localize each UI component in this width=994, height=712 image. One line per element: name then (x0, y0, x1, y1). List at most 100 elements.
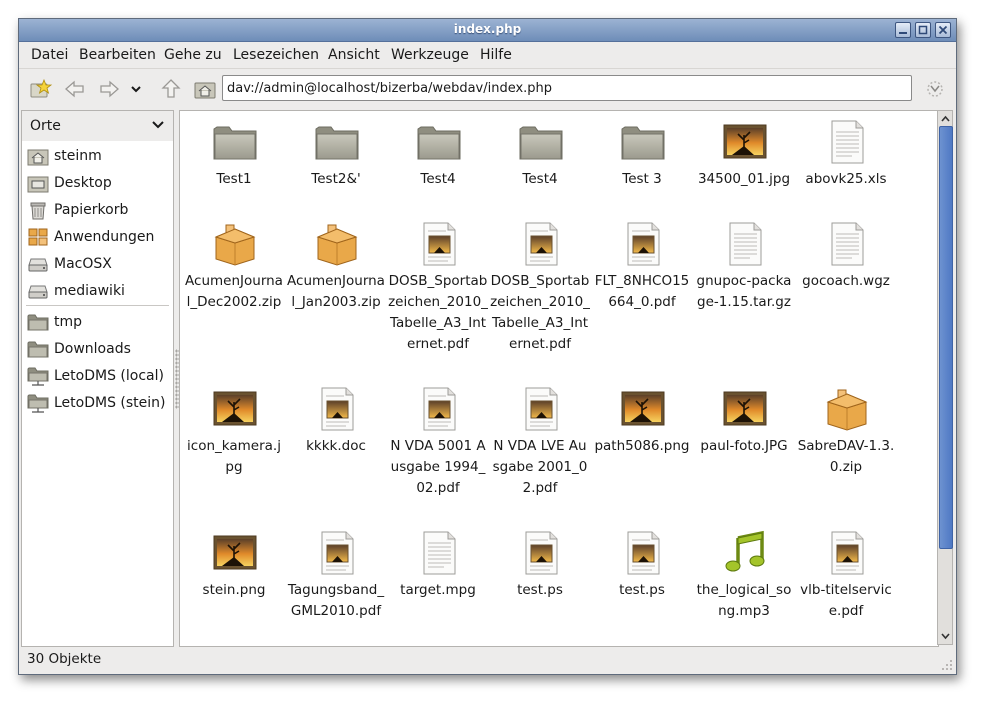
audio-icon (722, 530, 768, 576)
file-item[interactable]: stein.png (184, 522, 284, 646)
file-item[interactable]: N VDA LVE Ausgabe 2001_02.pdf (490, 378, 590, 518)
file-name: Test 3 (622, 171, 662, 187)
sidebar-item-label: LetoDMS (stein) (54, 395, 166, 411)
chevron-down-icon[interactable] (152, 120, 164, 130)
trash-icon (27, 200, 49, 220)
file-item[interactable]: vlb-titelservice.pdf (796, 522, 896, 646)
file-name: Test4 (420, 171, 456, 187)
folder-icon (27, 339, 49, 359)
document-icon (518, 221, 564, 267)
sidebar-item-letodms-stein[interactable]: LetoDMS (stein) (22, 391, 173, 417)
sidebar-item-letodms-local[interactable]: LetoDMS (local) (22, 364, 173, 390)
file-name: kkkk.doc (306, 438, 366, 454)
document-icon (518, 530, 564, 576)
sidebar-item-papierkorb[interactable]: Papierkorb (22, 198, 173, 224)
sidebar-item-label: Downloads (54, 341, 131, 357)
throbber-icon (927, 81, 943, 97)
file-name: AcumenJournal_Dec2002.zip (185, 273, 283, 310)
back-arrow-icon[interactable] (63, 78, 87, 100)
file-item[interactable]: FLT_8NHCO15664_0.pdf (592, 213, 692, 353)
folder-icon (620, 119, 666, 165)
sidebar-item-mediawiki[interactable]: mediawiki (22, 279, 173, 305)
file-item[interactable]: paul-foto.JPG (694, 378, 794, 518)
file-name: abovk25.xls (805, 171, 887, 187)
archive-icon (314, 221, 360, 267)
forward-arrow-icon[interactable] (97, 78, 121, 100)
file-item[interactable]: AcumenJournal_Jan2003.zip (286, 213, 386, 353)
document-icon (416, 386, 462, 432)
menu-bar: Datei Bearbeiten Gehe zu Lesezeichen Ans… (19, 42, 956, 69)
menu-gehe-zu[interactable]: Gehe zu (164, 47, 222, 63)
menu-werkzeuge[interactable]: Werkzeuge (391, 47, 469, 63)
file-item[interactable]: DOSB_Sportabzeichen_2010_Tabelle_A3_Inte… (490, 213, 590, 353)
sidebar-item-tmp[interactable]: tmp (22, 310, 173, 336)
menu-lesezeichen[interactable]: Lesezeichen (233, 47, 319, 63)
menu-datei[interactable]: Datei (31, 47, 68, 63)
text-icon (722, 221, 768, 267)
file-item[interactable]: path5086.png (592, 378, 692, 518)
file-item[interactable]: test.ps (592, 522, 692, 646)
file-item[interactable]: DOSB_Sportabzeichen_2010_Tabelle_A3_Inte… (388, 213, 488, 353)
file-name: icon_kamera.jpg (187, 438, 281, 475)
network-folder-icon (27, 393, 49, 413)
document-icon (416, 221, 462, 267)
menu-hilfe[interactable]: Hilfe (480, 47, 512, 63)
home-icon[interactable] (193, 78, 217, 100)
scrollbar-thumb[interactable] (939, 126, 953, 549)
file-item[interactable]: Tagungsband_GML2010.pdf (286, 522, 386, 646)
sidebar-item-desktop[interactable]: Desktop (22, 171, 173, 197)
file-icon-view: Test1 Test2&' Test4 Test4 Test 3 34500_01.jpg… (179, 110, 939, 647)
file-item[interactable]: kkkk.doc (286, 378, 386, 518)
file-item[interactable]: AcumenJournal_Dec2002.zip (184, 213, 284, 353)
file-item[interactable]: gnupoc-package-1.15.tar.gz (694, 213, 794, 353)
history-dropdown-icon[interactable] (129, 78, 143, 100)
sidebar-item-downloads[interactable]: Downloads (22, 337, 173, 363)
file-item[interactable]: N VDA 5001 Ausgabe 1994_02.pdf (388, 378, 488, 518)
sidebar-item-anwendungen[interactable]: Anwendungen (22, 225, 173, 251)
minimize-button[interactable] (895, 22, 911, 38)
file-item[interactable]: the_logical_song.mp3 (694, 522, 794, 646)
sidebar-item-label: mediawiki (54, 283, 125, 299)
file-name: Test1 (216, 171, 252, 187)
resize-grip-icon[interactable] (941, 659, 953, 671)
minimize-icon (899, 32, 907, 34)
file-item[interactable]: gocoach.wgz (796, 213, 896, 353)
toolbar (19, 69, 956, 109)
image-icon (212, 386, 258, 432)
image-icon (620, 386, 666, 432)
folder-icon (27, 312, 49, 332)
maximize-button[interactable] (915, 22, 931, 38)
file-name: DOSB_Sportabzeichen_2010_Tabelle_A3_Inte… (490, 273, 590, 352)
bookmark-star-icon[interactable] (29, 78, 53, 100)
file-item[interactable]: target.mpg (388, 522, 488, 646)
menu-bearbeiten[interactable]: Bearbeiten (79, 47, 156, 63)
up-arrow-icon[interactable] (159, 78, 183, 100)
file-item[interactable]: test.ps (490, 522, 590, 646)
location-bar[interactable] (222, 75, 912, 101)
file-item[interactable]: icon_kamera.jpg (184, 378, 284, 518)
title-bar[interactable]: index.php (19, 19, 956, 42)
sidebar-item-macosx[interactable]: MacOSX (22, 252, 173, 278)
file-name: gnupoc-package-1.15.tar.gz (696, 273, 792, 310)
image-icon (722, 386, 768, 432)
archive-icon (212, 221, 258, 267)
file-name: test.ps (619, 582, 665, 598)
file-item[interactable]: SabreDAV-1.3.0.zip (796, 378, 896, 518)
sidebar-item-label: Papierkorb (54, 202, 129, 218)
folder-icon (314, 119, 360, 165)
menu-ansicht[interactable]: Ansicht (328, 47, 380, 63)
maximize-icon (918, 25, 928, 35)
file-name: vlb-titelservice.pdf (800, 582, 892, 619)
location-input[interactable] (227, 79, 903, 97)
document-icon (314, 386, 360, 432)
scroll-up-icon[interactable] (939, 112, 952, 126)
drive-icon (27, 254, 49, 274)
status-text: 30 Objekte (27, 651, 102, 667)
scroll-down-icon[interactable] (939, 629, 952, 643)
sidebar-header[interactable]: Orte (22, 111, 173, 141)
file-name: Test4 (522, 171, 558, 187)
vertical-scrollbar[interactable] (937, 110, 953, 645)
folder-icon (212, 119, 258, 165)
sidebar-item-steinm[interactable]: steinm (22, 144, 173, 170)
close-button[interactable] (935, 22, 951, 38)
